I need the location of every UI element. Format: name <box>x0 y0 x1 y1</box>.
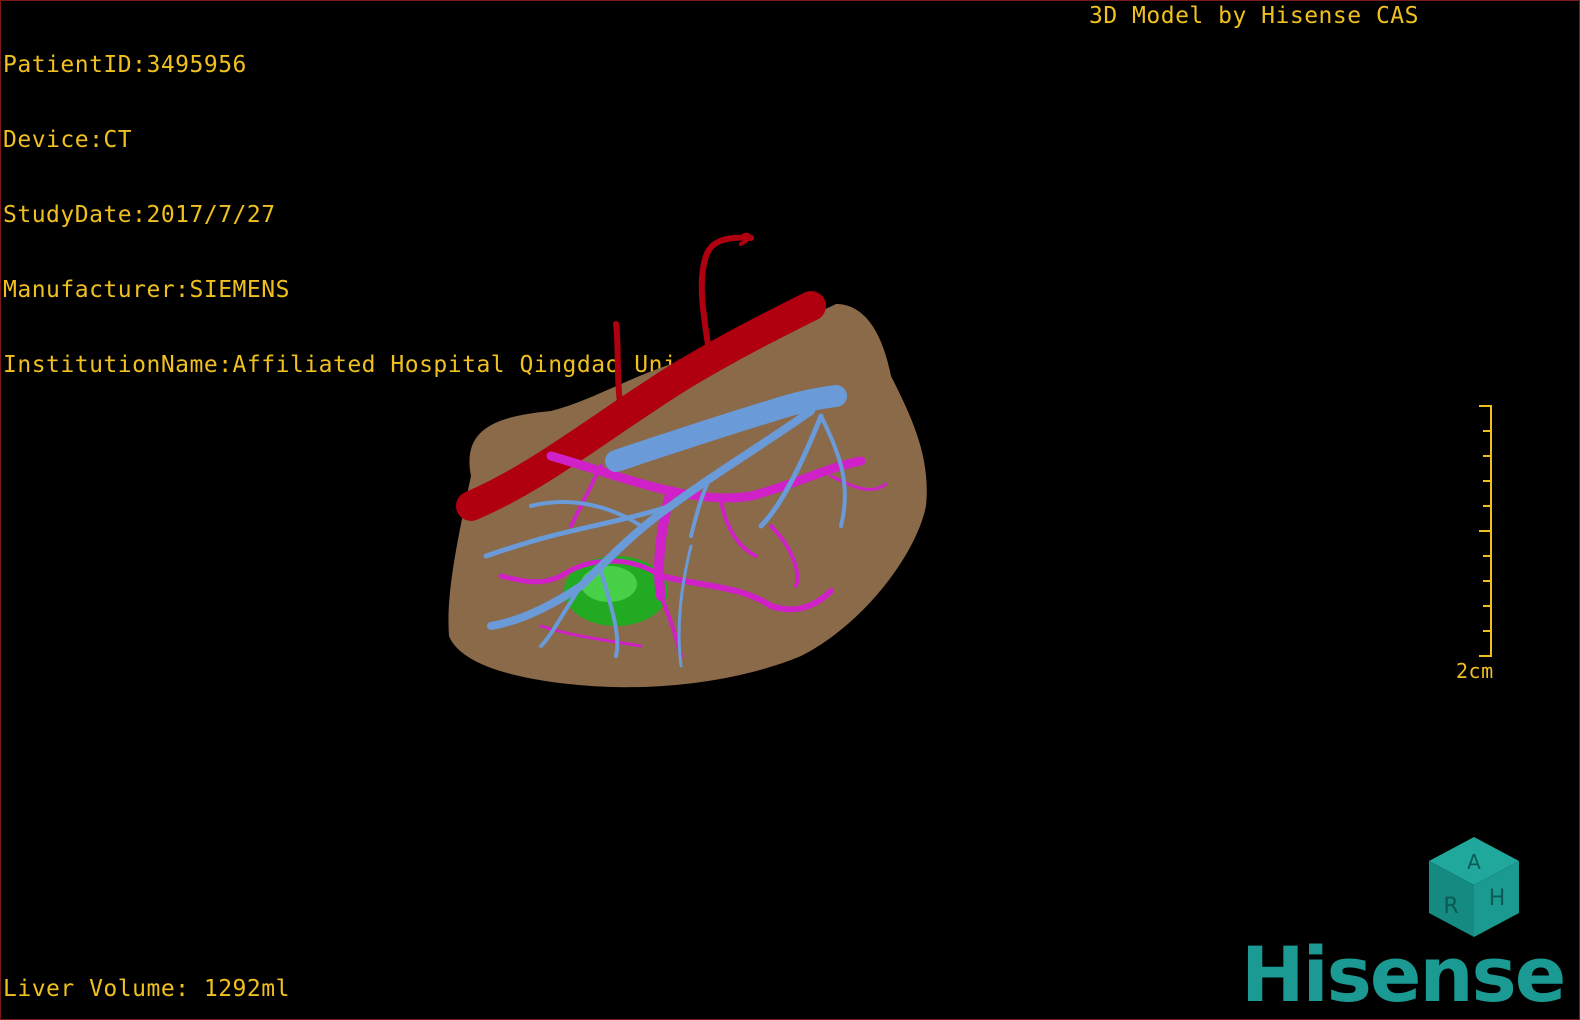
device-label: Device:CT <box>3 127 133 153</box>
scale-bar <box>1479 405 1492 657</box>
model-credit: 3D Model by Hisense CAS <box>1089 3 1419 29</box>
cube-label-front: H <box>1489 886 1506 911</box>
patient-id-label: PatientID:3495956 <box>3 52 247 78</box>
hisense-logo: Hisense <box>1241 930 1566 1019</box>
cube-label-top: A <box>1467 850 1481 874</box>
3d-viewport[interactable]: PatientID:3495956 Device:CT StudyDate:20… <box>0 0 1580 1020</box>
liver-volume-label: Liver Volume: 1292ml <box>3 976 290 1002</box>
cube-label-side: R <box>1443 894 1458 919</box>
study-date-label: StudyDate:2017/7/27 <box>3 202 276 228</box>
orientation-cube-icon[interactable]: A H R <box>1419 833 1529 943</box>
scale-label: 2cm <box>1456 659 1494 683</box>
liver-3d-model[interactable] <box>441 226 941 696</box>
